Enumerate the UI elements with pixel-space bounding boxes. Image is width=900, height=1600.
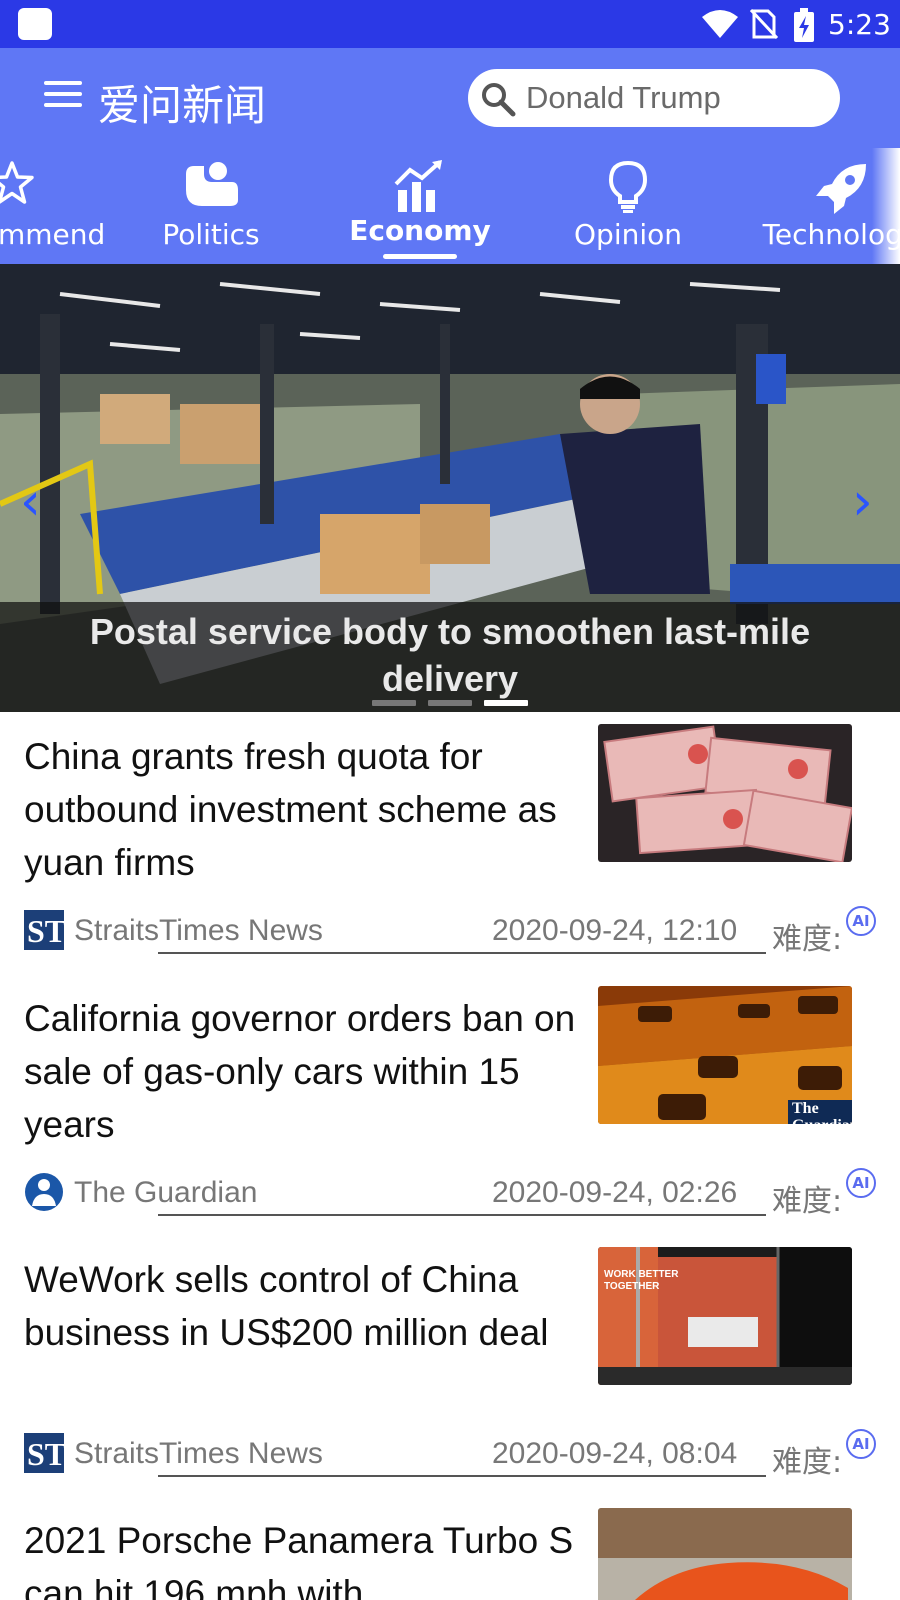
news-item[interactable]: China grants fresh quota for outbound in… (0, 712, 900, 972)
lightbulb-icon (608, 160, 648, 213)
tab-recommend[interactable]: Recommend (0, 148, 106, 264)
news-item[interactable]: California governor orders ban on sale o… (0, 974, 900, 1234)
ai-difficulty-badge[interactable]: AI (846, 1168, 876, 1198)
news-item[interactable]: 2021 Porsche Panamera Turbo S can hit 19… (0, 1496, 900, 1600)
straitstimes-logo: ST (24, 910, 64, 950)
news-title[interactable]: 2021 Porsche Panamera Turbo S can hit 19… (24, 1514, 580, 1600)
meta-divider (158, 1475, 766, 1477)
news-title[interactable]: California governor orders ban on sale o… (24, 992, 580, 1151)
guardian-logo (25, 1173, 63, 1211)
news-source[interactable]: The Guardian (74, 1176, 257, 1210)
meta-divider (158, 952, 766, 954)
app-title: 爱问新闻 (98, 81, 267, 130)
news-date: 2020-09-24, 12:10 (492, 914, 738, 947)
carousel-title[interactable]: Postal service body to smoothen last-mil… (40, 608, 860, 702)
search-box[interactable] (468, 69, 840, 127)
ai-difficulty-badge[interactable]: AI (846, 1429, 876, 1459)
carousel-dot[interactable] (428, 700, 472, 706)
tab-label: Opinion (574, 218, 682, 251)
thumb-sign-text: WORK BETTER TOGETHER (604, 1269, 679, 1292)
news-source[interactable]: StraitsTimes News (74, 1437, 323, 1471)
news-date: 2020-09-24, 02:26 (492, 1176, 738, 1209)
highway-cars-image: The Guardian (598, 986, 852, 1124)
tab-label: Recommend (0, 218, 106, 251)
clock-time: 5:23 (828, 8, 891, 41)
news-title[interactable]: WeWork sells control of China business i… (24, 1253, 580, 1359)
tab-economy[interactable]: Economy (340, 148, 500, 264)
status-bar: 5:23 (0, 0, 900, 48)
news-meta: ST StraitsTimes News 2020-09-24, 12:10 难… (24, 906, 884, 957)
active-tab-indicator (383, 254, 457, 259)
tab-label: Politics (162, 218, 260, 251)
difficulty-label: 难度: (772, 1445, 843, 1480)
svg-text:ST: ST (27, 1436, 64, 1472)
tab-politics[interactable]: Politics (131, 148, 291, 264)
svg-text:ST: ST (27, 913, 64, 949)
carousel-indicators (0, 700, 900, 706)
app-square-icon (18, 8, 52, 40)
news-date: 2020-09-24, 08:04 (492, 1437, 738, 1470)
difficulty-label: 难度: (772, 1184, 843, 1219)
orange-porsche-image (598, 1508, 852, 1600)
chart-icon (394, 160, 442, 212)
news-source[interactable]: StraitsTimes News (74, 914, 323, 948)
carousel-dot[interactable] (372, 700, 416, 706)
carousel-dot-active[interactable] (484, 700, 528, 706)
handshake-icon (186, 162, 238, 206)
rocket-icon (816, 164, 866, 214)
news-meta: ST StraitsTimes News 2020-09-24, 08:04 难… (24, 1429, 884, 1480)
ai-difficulty-badge[interactable]: AI (846, 906, 876, 936)
tabs-fade-edge (872, 148, 900, 264)
star-icon (0, 161, 34, 204)
no-sim-icon (750, 9, 778, 39)
news-meta: The Guardian 2020-09-24, 02:26 难度: AI (24, 1168, 884, 1219)
meta-divider (158, 1214, 766, 1216)
battery-charging-icon (794, 8, 814, 42)
news-item[interactable]: WeWork sells control of China business i… (0, 1235, 900, 1495)
wifi-icon (702, 10, 738, 38)
hamburger-menu-icon[interactable] (44, 81, 82, 111)
search-input[interactable] (526, 77, 826, 119)
news-title[interactable]: China grants fresh quota for outbound in… (24, 730, 580, 889)
carousel-prev-button[interactable]: ‹ (20, 476, 41, 528)
tab-opinion[interactable]: Opinion (548, 148, 708, 264)
carousel-caption: Postal service body to smoothen last-mil… (0, 602, 900, 712)
app-bar: 爱问新闻 (0, 48, 900, 148)
straitstimes-logo: ST (24, 1433, 64, 1473)
search-icon (482, 83, 516, 117)
money-stacks-image (598, 724, 852, 862)
difficulty-label: 难度: (772, 922, 843, 957)
thumb-watermark: The Guardian (792, 1100, 852, 1124)
tab-label: Economy (349, 214, 491, 247)
carousel-next-button[interactable]: › (852, 476, 873, 528)
wework-office-image: WORK BETTER TOGETHER (598, 1247, 852, 1385)
featured-carousel[interactable]: ‹ › Postal service body to smoothen last… (0, 264, 900, 712)
category-tabs: Recommend Politics Economy Opinion (0, 148, 900, 264)
